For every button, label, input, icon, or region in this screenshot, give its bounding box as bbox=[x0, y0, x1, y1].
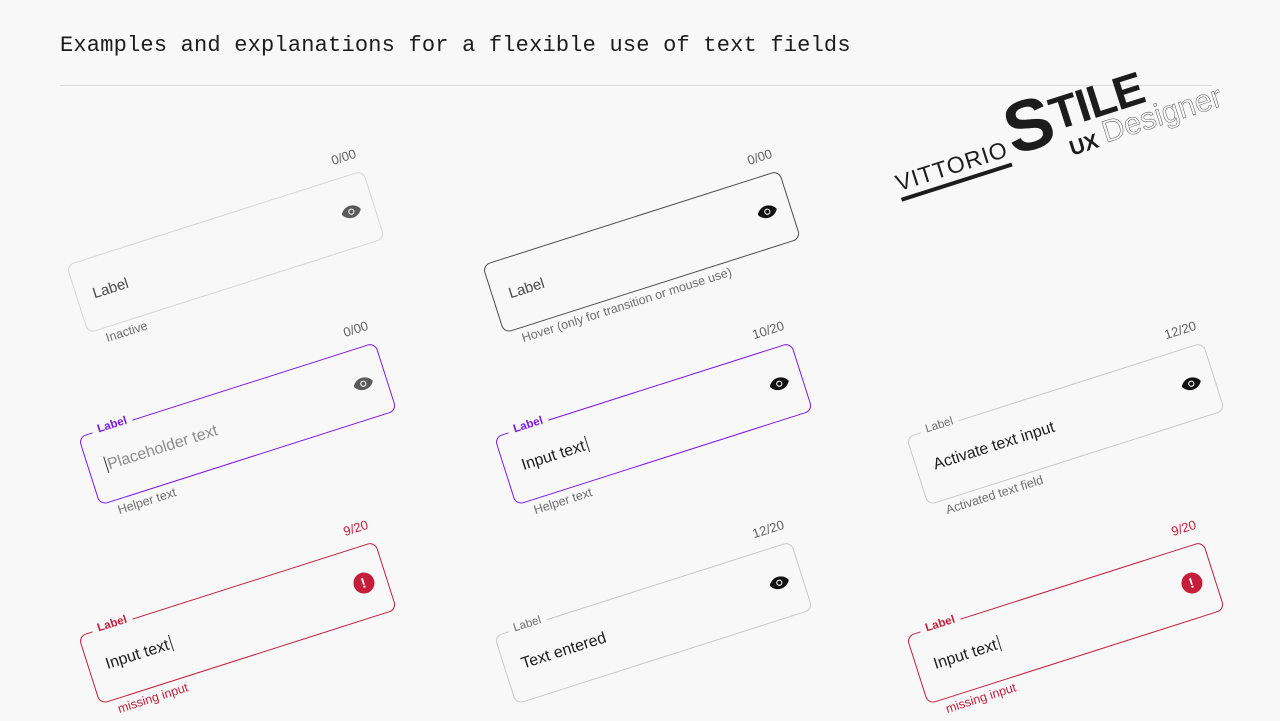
eye-icon[interactable] bbox=[765, 370, 793, 398]
text-field-activated-4[interactable]: 12/20 Label Activate text input Activated t… bbox=[906, 318, 1226, 517]
value-text: Input text bbox=[931, 636, 1000, 673]
character-counter: 0/00 bbox=[745, 145, 774, 168]
field-value: Input text bbox=[931, 634, 1002, 674]
value-text: Text entered bbox=[519, 629, 609, 673]
eye-icon-svg bbox=[341, 205, 361, 219]
text-field-box[interactable]: Label Input text! bbox=[78, 541, 398, 705]
field-label: Label bbox=[919, 413, 960, 437]
eye-icon-svg bbox=[757, 205, 777, 219]
character-counter: 9/20 bbox=[341, 516, 370, 539]
logo-wordmark: VITTORIO S TILE UX Designer bbox=[883, 48, 1226, 202]
brand-logo: VITTORIO S TILE UX Designer bbox=[883, 48, 1226, 247]
character-counter: 10/20 bbox=[750, 317, 786, 343]
error-exclamation-icon: ! bbox=[1178, 569, 1205, 596]
eye-icon-svg bbox=[1181, 377, 1201, 391]
character-counter: 12/20 bbox=[750, 516, 786, 542]
value-text: Input text bbox=[519, 437, 588, 474]
value-text: Input text bbox=[103, 636, 172, 673]
text-field-box[interactable]: Label bbox=[482, 170, 802, 334]
text-field-hover-1[interactable]: 0/00 Label Hover (only for transition or m… bbox=[482, 146, 802, 345]
text-field-box[interactable]: Label Input text! bbox=[906, 541, 1226, 705]
eye-icon-svg bbox=[769, 377, 789, 391]
error-icon[interactable]: ! bbox=[349, 569, 377, 597]
field-label: Label bbox=[91, 612, 134, 636]
eye-icon[interactable] bbox=[337, 198, 365, 226]
text-field-inactive-0[interactable]: 0/00 Label Inactive bbox=[66, 146, 386, 345]
character-counter: 0/00 bbox=[329, 145, 358, 168]
field-value: Input text bbox=[519, 435, 590, 475]
error-exclamation-icon: ! bbox=[350, 569, 377, 596]
text-field-error-5[interactable]: 9/20 Label Input text! missing input bbox=[78, 517, 398, 716]
field-label: Label bbox=[507, 612, 548, 636]
field-label: Label bbox=[919, 612, 962, 636]
text-field-text-entered-6[interactable]: 12/20 Label Text entered bbox=[494, 517, 814, 705]
eye-icon[interactable] bbox=[349, 370, 377, 398]
logo-brand-first: VITTORIO bbox=[892, 135, 1013, 202]
eye-icon[interactable] bbox=[1177, 370, 1205, 398]
eye-icon-svg bbox=[353, 377, 373, 391]
field-label: Label bbox=[506, 274, 547, 303]
text-field-error-7[interactable]: 9/20 Label Input text! missing input bbox=[906, 517, 1226, 716]
field-placeholder: Placeholder text bbox=[103, 421, 220, 475]
field-value: Text entered bbox=[519, 629, 608, 673]
text-field-box[interactable]: Label Input text bbox=[494, 342, 814, 506]
text-field-box[interactable]: Label bbox=[66, 170, 386, 334]
eye-icon[interactable] bbox=[753, 198, 781, 226]
text-field-box[interactable]: Label Placeholder text bbox=[78, 342, 398, 506]
eye-icon[interactable] bbox=[765, 569, 793, 597]
placeholder-text: Placeholder text bbox=[105, 422, 220, 474]
text-field-box[interactable]: Label Activate text input bbox=[906, 342, 1226, 506]
page-title: Examples and explanations for a flexible… bbox=[60, 33, 851, 58]
field-label: Label bbox=[507, 413, 550, 437]
field-label: Label bbox=[91, 413, 134, 437]
eye-icon-svg bbox=[769, 576, 789, 590]
character-counter: 9/20 bbox=[1169, 516, 1198, 539]
text-field-box[interactable]: Label Text entered bbox=[494, 541, 814, 705]
character-counter: 12/20 bbox=[1162, 317, 1198, 343]
character-counter: 0/00 bbox=[341, 317, 370, 340]
field-label: Label bbox=[90, 274, 131, 303]
field-value: Input text bbox=[103, 634, 174, 674]
text-field-focus-placeholder-2[interactable]: 0/00 Label Placeholder text Helper text bbox=[78, 318, 398, 517]
text-field-focus-filled-3[interactable]: 10/20 Label Input text Helper text bbox=[494, 318, 814, 517]
error-icon[interactable]: ! bbox=[1177, 569, 1205, 597]
